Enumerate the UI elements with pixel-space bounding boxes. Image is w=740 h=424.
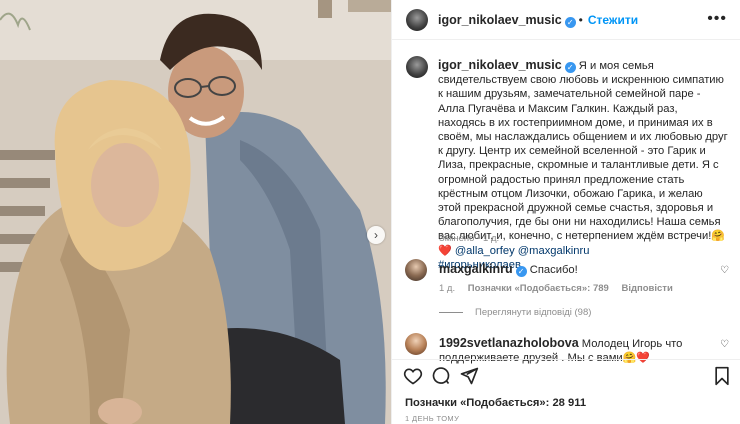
post-header: igor_nikolaev_music ✓ • Стежити ••• [392, 0, 740, 40]
comment-time: 1 д. [439, 283, 456, 294]
commenter-username[interactable]: maxgalkinru [439, 262, 513, 276]
mention-alla-orfey[interactable]: @alla_orfey [455, 245, 515, 257]
view-replies-label: Переглянути відповіді (98) [475, 307, 592, 318]
comment-text: Спасибо! [529, 264, 578, 276]
caption-username[interactable]: igor_nikolaev_music [438, 58, 562, 72]
comment-reply-button[interactable]: Відповісти [621, 283, 672, 294]
post-time-ago: 1 ДЕНЬ ТОМУ [405, 414, 460, 423]
likes-label: Позначки «Подобається»: [405, 397, 550, 409]
comment-likes[interactable]: Позначки «Подобається»: 789 [468, 283, 609, 294]
caption-author-avatar[interactable] [406, 56, 428, 78]
separator-dot: • [578, 13, 583, 27]
photo-illustration [0, 0, 391, 424]
header-user-line: igor_nikolaev_music ✓ • Стежити [438, 13, 638, 28]
carousel-next-button[interactable]: › [367, 226, 385, 244]
post-photo[interactable]: › [0, 0, 391, 424]
chevron-right-icon: › [374, 228, 378, 242]
commenter-username[interactable]: 1992svetlanazholobova [439, 336, 579, 350]
mention-maxgalkinru[interactable]: @maxgalkinru [518, 245, 590, 257]
bookmark-icon[interactable] [713, 366, 731, 386]
author-avatar[interactable] [406, 9, 428, 31]
comment-meta: 1 д. Позначки «Подобається»: 789 Відпові… [439, 283, 683, 294]
comment-like-heart-icon[interactable]: ♡ [720, 339, 729, 350]
post-likes[interactable]: Позначки «Подобається»: 28 911 [405, 397, 586, 409]
follow-button[interactable]: Стежити [588, 13, 638, 27]
author-username[interactable]: igor_nikolaev_music [438, 13, 562, 27]
comment-like-heart-icon[interactable]: ♡ [720, 265, 729, 276]
comment-text-line: maxgalkinru ✓ Спасибо! [439, 262, 709, 277]
commenter-avatar[interactable] [405, 259, 427, 281]
more-options-icon[interactable]: ••• [707, 10, 727, 28]
comment-icon[interactable] [431, 366, 451, 386]
caption-body: Я и моя семья свидетельствуем свою любов… [438, 60, 728, 243]
action-bar [391, 359, 740, 393]
caption-edited-meta: Змінено • 1 д. [439, 233, 500, 244]
likes-count: 28 911 [552, 397, 587, 409]
replies-divider [439, 311, 463, 313]
view-replies-button[interactable]: Переглянути відповіді (98) [439, 307, 591, 318]
commenter-avatar[interactable] [405, 333, 427, 355]
verified-icon: ✓ [564, 62, 576, 73]
verified-icon: ✓ [564, 17, 576, 28]
verified-icon: ✓ [515, 266, 527, 277]
share-icon[interactable] [459, 366, 479, 386]
heart-icon[interactable] [403, 366, 423, 386]
